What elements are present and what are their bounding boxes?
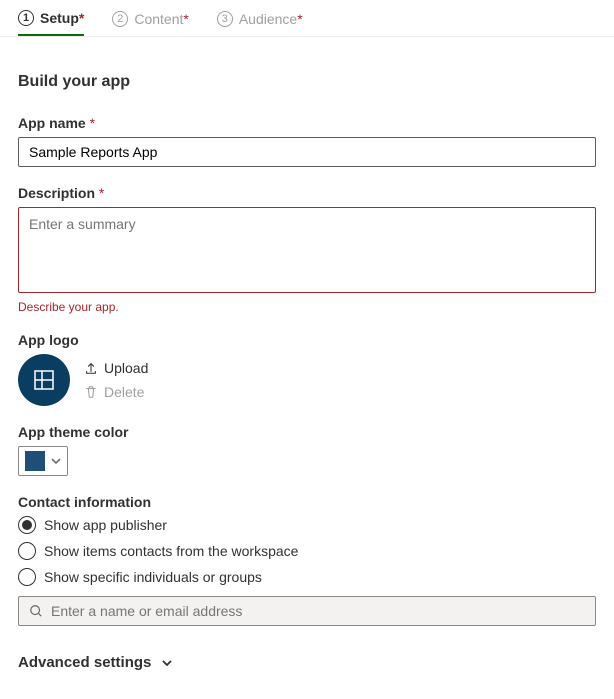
theme-color-picker[interactable] bbox=[18, 446, 68, 476]
radio-label: Show items contacts from the workspace bbox=[44, 543, 298, 559]
field-app-name: App name * bbox=[18, 115, 596, 167]
tab-content[interactable]: 2 Content* bbox=[112, 0, 189, 36]
tab-audience[interactable]: 3 Audience* bbox=[217, 0, 303, 36]
required-asterisk: * bbox=[183, 11, 188, 27]
required-asterisk: * bbox=[79, 10, 84, 26]
radio-indicator bbox=[18, 542, 36, 560]
upload-icon bbox=[84, 361, 98, 375]
tab-setup[interactable]: 1 Setup* bbox=[18, 0, 84, 36]
field-description: Description * Describe your app. bbox=[18, 185, 596, 314]
description-label: Description * bbox=[18, 185, 596, 201]
chevron-down-icon bbox=[51, 456, 61, 466]
app-name-label: App name * bbox=[18, 115, 596, 131]
field-logo: App logo Upload bbox=[18, 332, 596, 406]
form-content: Build your app App name * Description * … bbox=[0, 37, 614, 689]
delete-icon bbox=[84, 385, 98, 399]
app-logo-icon bbox=[32, 368, 56, 392]
description-input[interactable] bbox=[18, 207, 596, 293]
tab-label: Audience bbox=[239, 11, 297, 27]
logo-preview bbox=[18, 354, 70, 406]
theme-color-label: App theme color bbox=[18, 424, 596, 440]
field-theme-color: App theme color bbox=[18, 424, 596, 476]
search-icon bbox=[29, 604, 43, 618]
radio-label: Show specific individuals or groups bbox=[44, 569, 262, 585]
required-asterisk: * bbox=[90, 115, 95, 131]
delete-button[interactable]: Delete bbox=[84, 384, 148, 400]
tab-label: Content bbox=[134, 11, 183, 27]
contact-label: Contact information bbox=[18, 494, 596, 510]
contact-search-input[interactable] bbox=[51, 603, 585, 619]
radio-show-workspace-contacts[interactable]: Show items contacts from the workspace bbox=[18, 542, 596, 560]
logo-label: App logo bbox=[18, 332, 596, 348]
advanced-label: Advanced settings bbox=[18, 654, 151, 671]
page-title: Build your app bbox=[18, 73, 596, 91]
app-name-input[interactable] bbox=[18, 137, 596, 167]
required-asterisk: * bbox=[99, 185, 104, 201]
radio-show-publisher[interactable]: Show app publisher bbox=[18, 516, 596, 534]
chevron-down-icon bbox=[161, 657, 173, 669]
field-contact: Contact information Show app publisher S… bbox=[18, 494, 596, 626]
required-asterisk: * bbox=[297, 11, 302, 27]
advanced-settings-toggle[interactable]: Advanced settings bbox=[18, 654, 596, 671]
tab-num: 1 bbox=[18, 10, 34, 26]
upload-button[interactable]: Upload bbox=[84, 360, 148, 376]
wizard-tabs: 1 Setup* 2 Content* 3 Audience* bbox=[0, 0, 614, 37]
radio-indicator bbox=[18, 516, 36, 534]
tab-num: 2 bbox=[112, 11, 128, 27]
radio-label: Show app publisher bbox=[44, 517, 167, 533]
contact-search-box[interactable] bbox=[18, 596, 596, 626]
radio-show-specific[interactable]: Show specific individuals or groups bbox=[18, 568, 596, 586]
tab-num: 3 bbox=[217, 11, 233, 27]
radio-indicator bbox=[18, 568, 36, 586]
contact-radio-group: Show app publisher Show items contacts f… bbox=[18, 516, 596, 586]
tab-label: Setup bbox=[40, 10, 79, 26]
description-error: Describe your app. bbox=[18, 300, 596, 314]
color-swatch bbox=[25, 451, 45, 471]
